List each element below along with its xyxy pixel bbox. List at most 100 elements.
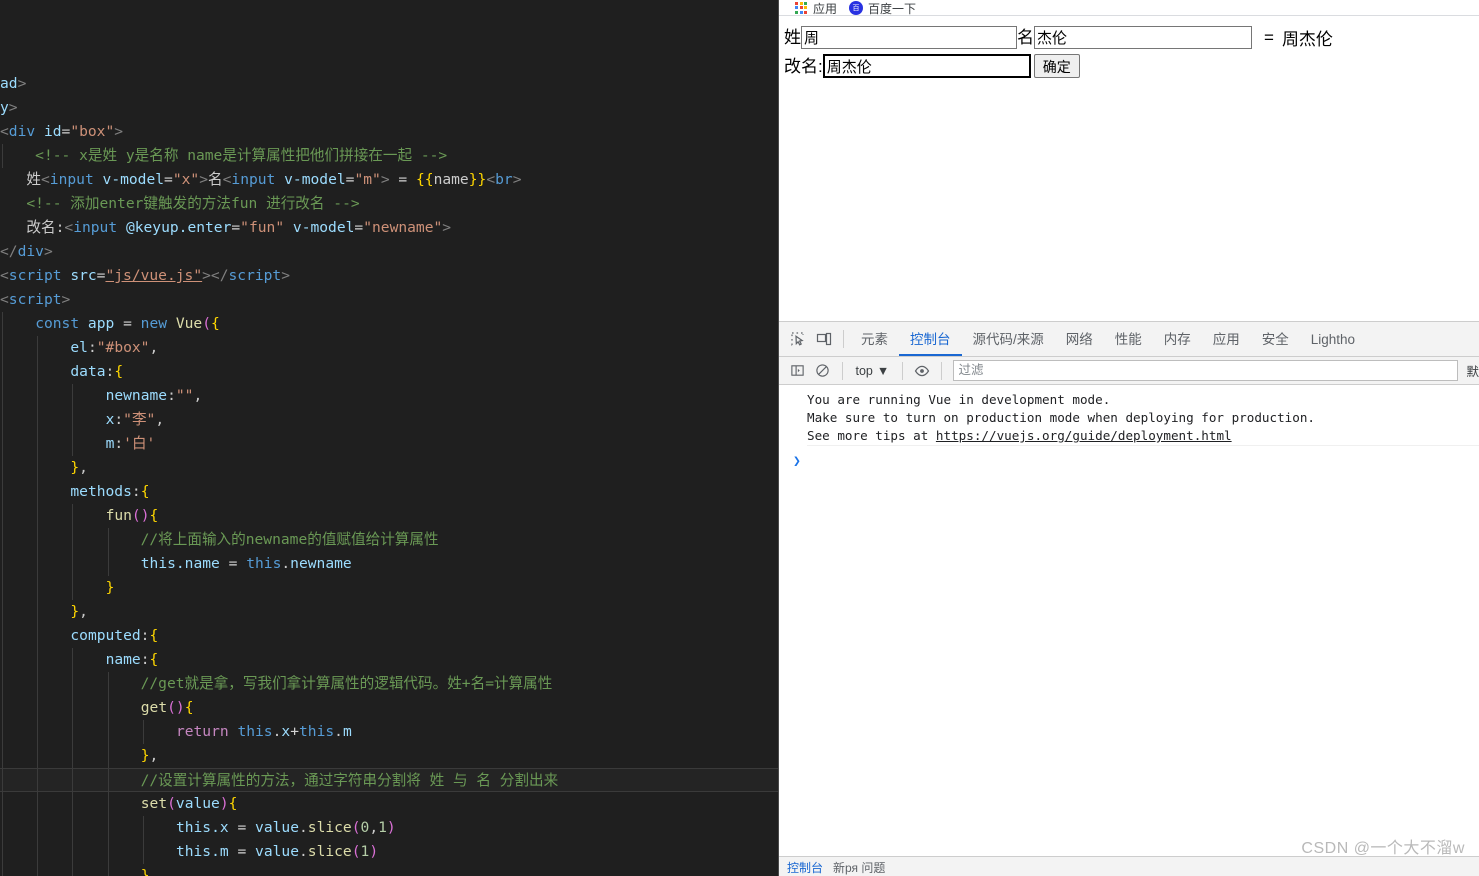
confirm-button[interactable]: 确定 bbox=[1033, 54, 1080, 78]
code-line-text: <!-- x是姓 y是名称 name是计算属性把他们拼接在一起 --> bbox=[35, 147, 448, 164]
indent-guide bbox=[107, 792, 109, 816]
indent-guide bbox=[2, 144, 3, 168]
tab-console[interactable]: 控制台 bbox=[899, 323, 962, 356]
tab-security[interactable]: 安全 bbox=[1251, 323, 1300, 356]
code-line[interactable]: </div> bbox=[0, 240, 779, 264]
tab-performance[interactable]: 性能 bbox=[1104, 323, 1153, 356]
indent-guide bbox=[2, 528, 3, 552]
console-prompt[interactable]: ❯ bbox=[779, 453, 1479, 471]
code-line[interactable]: <script> bbox=[0, 288, 779, 312]
indent-guide bbox=[72, 744, 74, 768]
code-line[interactable]: <!-- 添加enter键触发的方法fun 进行改名 --> bbox=[0, 192, 779, 216]
code-line[interactable]: el:"#box", bbox=[0, 336, 779, 360]
code-line[interactable]: data:{ bbox=[0, 360, 779, 384]
tab-sources[interactable]: 源代码/来源 bbox=[962, 323, 1055, 356]
code-line-text: <div id="box"> bbox=[0, 123, 124, 140]
code-line[interactable]: }, bbox=[0, 456, 779, 480]
indent-guide bbox=[2, 360, 3, 384]
inspect-element-icon[interactable] bbox=[785, 326, 811, 352]
code-line-text: fun(){ bbox=[105, 507, 159, 524]
tab-memory[interactable]: 内存 bbox=[1153, 323, 1202, 356]
code-line[interactable]: }, bbox=[0, 744, 779, 768]
deployment-docs-link[interactable]: https://vuejs.org/guide/deployment.html bbox=[936, 428, 1232, 443]
code-line-text: set(value){ bbox=[140, 795, 238, 812]
drawer-tab-issues[interactable]: 新ря 问题 bbox=[833, 859, 885, 876]
code-line[interactable]: set(value){ bbox=[0, 792, 779, 816]
code-line[interactable]: this.x = value.slice(0,1) bbox=[0, 816, 779, 840]
rename-input[interactable] bbox=[822, 54, 1031, 78]
code-line[interactable]: //get就是拿，写我们拿计算属性的逻辑代码。姓+名=计算属性 bbox=[0, 672, 779, 696]
indent-guide bbox=[2, 696, 3, 720]
indent-guide bbox=[2, 816, 3, 840]
code-line[interactable]: newname:"", bbox=[0, 384, 779, 408]
code-line[interactable]: y> bbox=[0, 96, 779, 120]
indent-guide bbox=[37, 864, 39, 876]
indent-guide bbox=[72, 528, 74, 552]
code-line[interactable]: get(){ bbox=[0, 696, 779, 720]
indent-guide bbox=[37, 816, 39, 840]
code-line[interactable]: 改名:<input @keyup.enter="fun" v-model="ne… bbox=[0, 216, 779, 240]
code-line[interactable]: } bbox=[0, 576, 779, 600]
filter-input[interactable]: 过滤 bbox=[953, 360, 1459, 381]
indent-guide bbox=[2, 504, 3, 528]
code-line[interactable]: //设置计算属性的方法，通过字符串分割将 姓 与 名 分割出来 bbox=[0, 768, 779, 793]
code-line[interactable]: fun(){ bbox=[0, 504, 779, 528]
code-line[interactable]: <!-- x是姓 y是名称 name是计算属性把他们拼接在一起 --> bbox=[0, 144, 779, 168]
indent-guide bbox=[72, 769, 74, 793]
code-line[interactable]: ad> bbox=[0, 72, 779, 96]
bookmarks-bar: 应用 百 百度一下 bbox=[779, 0, 1479, 16]
indent-guide bbox=[72, 504, 74, 528]
code-line[interactable]: this.m = value.slice(1) bbox=[0, 840, 779, 864]
live-expression-icon[interactable] bbox=[909, 358, 934, 384]
indent-guide bbox=[107, 864, 109, 876]
indent-guide bbox=[72, 840, 74, 864]
code-editor-panel[interactable]: ad> y> <div id="box"> <!-- x是姓 y是名称 name是计… bbox=[0, 0, 779, 876]
code-line-text: 改名:<input @keyup.enter="fun" v-model="ne… bbox=[26, 219, 452, 236]
execution-context-select[interactable]: top ▼ bbox=[849, 364, 897, 378]
bookmark-baidu[interactable]: 百 百度一下 bbox=[849, 0, 916, 16]
bookmark-apps[interactable]: 应用 bbox=[795, 0, 837, 16]
indent-guide bbox=[37, 480, 39, 504]
indent-guide bbox=[2, 720, 3, 744]
indent-guide bbox=[2, 432, 3, 456]
indent-guide bbox=[2, 744, 3, 768]
tab-elements[interactable]: 元素 bbox=[850, 323, 899, 356]
code-content[interactable]: ad> y> <div id="box"> <!-- x是姓 y是名称 name是计… bbox=[0, 0, 779, 876]
code-line[interactable]: 姓<input v-model="x">名<input v-model="m">… bbox=[0, 168, 779, 192]
tab-application[interactable]: 应用 bbox=[1202, 323, 1251, 356]
code-line[interactable]: <script src="js/vue.js"></script> bbox=[0, 264, 779, 288]
code-line[interactable]: methods:{ bbox=[0, 480, 779, 504]
tab-network[interactable]: 网络 bbox=[1055, 323, 1104, 356]
indent-guide bbox=[142, 816, 144, 840]
code-line[interactable]: } bbox=[0, 864, 779, 876]
surname-input[interactable] bbox=[801, 26, 1017, 49]
code-line[interactable]: name:{ bbox=[0, 648, 779, 672]
givenname-input[interactable] bbox=[1034, 26, 1252, 49]
console-toolbar-divider-1 bbox=[841, 361, 843, 380]
drawer-tab-console[interactable]: 控制台 bbox=[787, 859, 823, 876]
indent-guide bbox=[2, 336, 3, 360]
log-levels-dropdown[interactable]: 默 bbox=[1466, 361, 1479, 380]
code-line[interactable]: return this.x+this.m bbox=[0, 720, 779, 744]
device-toolbar-icon[interactable] bbox=[811, 326, 837, 352]
tab-lighthouse[interactable]: Lightho bbox=[1300, 323, 1366, 356]
clear-console-icon[interactable] bbox=[810, 358, 835, 384]
csdn-watermark: CSDN @一个大不溜w bbox=[1301, 840, 1465, 857]
code-line[interactable]: x:"李", bbox=[0, 408, 779, 432]
code-line[interactable]: }, bbox=[0, 600, 779, 624]
indent-guide bbox=[72, 864, 74, 876]
code-line[interactable]: const app = new Vue({ bbox=[0, 312, 779, 336]
code-line[interactable]: computed:{ bbox=[0, 624, 779, 648]
code-line[interactable]: <div id="box"> bbox=[0, 120, 779, 144]
code-line-text: el:"#box", bbox=[70, 339, 159, 356]
indent-guide bbox=[37, 552, 39, 576]
indent-guide bbox=[37, 504, 39, 528]
code-line[interactable]: this.name = this.newname bbox=[0, 552, 779, 576]
console-sidebar-icon[interactable] bbox=[785, 358, 810, 384]
code-line[interactable]: m:'白' bbox=[0, 432, 779, 456]
indent-guide bbox=[72, 384, 74, 408]
indent-guide bbox=[37, 840, 39, 864]
console-output[interactable]: You are running Vue in development mode.… bbox=[779, 385, 1479, 863]
code-line-text: computed:{ bbox=[70, 627, 159, 644]
code-line[interactable]: //将上面输入的newname的值赋值给计算属性 bbox=[0, 528, 779, 552]
